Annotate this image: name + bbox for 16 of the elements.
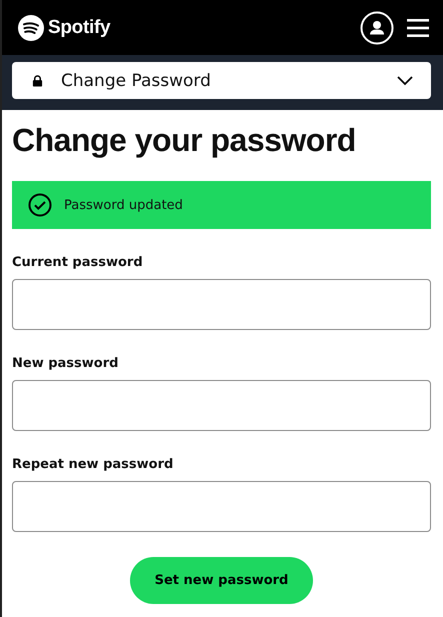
- field-label: Current password: [12, 255, 144, 270]
- submit-button[interactable]: Set new password: [130, 557, 313, 604]
- page-title: Change your password: [12, 122, 357, 159]
- profile-icon[interactable]: [360, 10, 394, 44]
- lock-icon: [32, 74, 43, 86]
- chevron-icon: [397, 76, 413, 86]
- password-field[interactable]: [12, 380, 431, 431]
- check-circle-icon: [28, 193, 52, 217]
- nav-dropdown[interactable]: Change Password: [12, 62, 431, 99]
- field-label: Repeat new password: [12, 457, 174, 472]
- alert-message: Password updated: [64, 198, 183, 212]
- password-field[interactable]: [12, 279, 431, 330]
- logo[interactable]: Spotify: [18, 14, 110, 40]
- password-field[interactable]: [12, 481, 431, 532]
- field-label: New password: [12, 356, 120, 371]
- menu-icon[interactable]: [407, 18, 429, 36]
